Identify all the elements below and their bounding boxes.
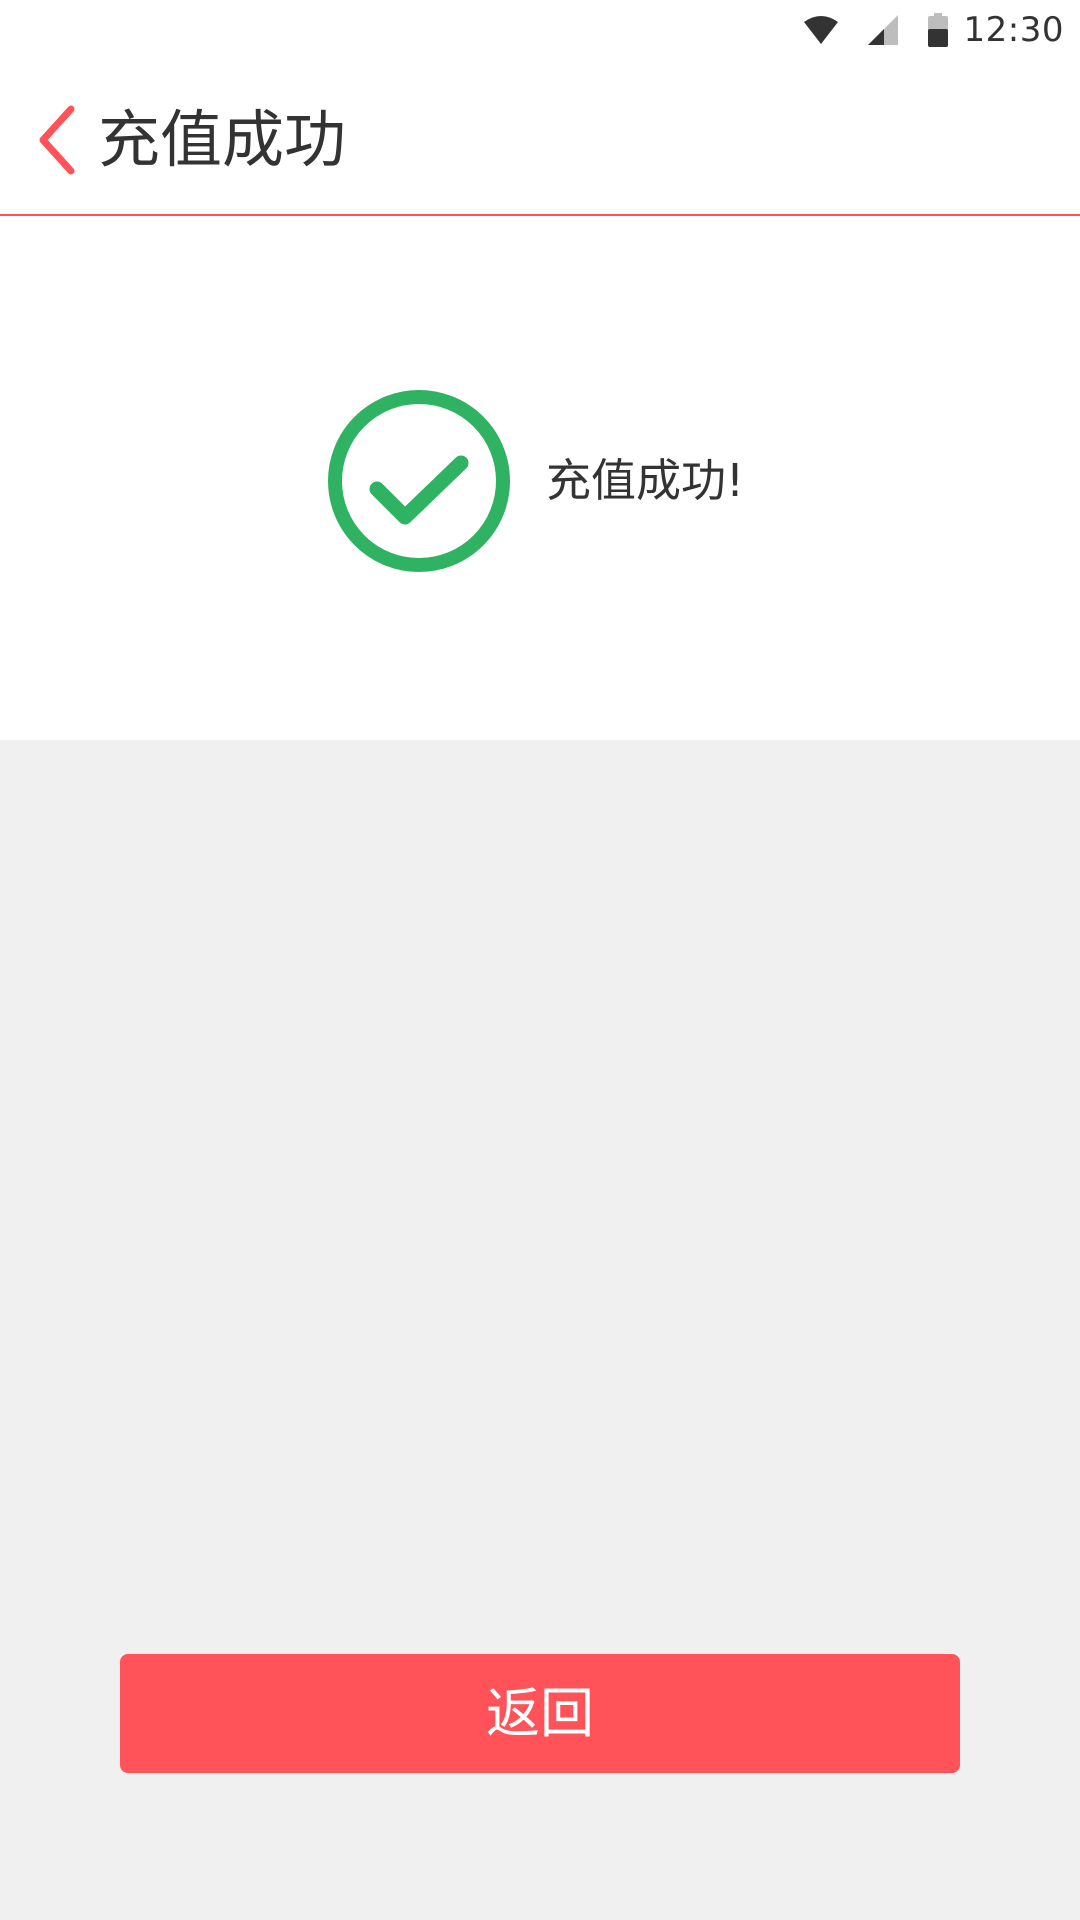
battery-icon — [927, 13, 948, 47]
result-panel: 充值成功! — [0, 216, 1080, 740]
app-bar: 充值成功 — [0, 60, 1080, 216]
status-bar: 12:30 — [0, 0, 1080, 60]
cell-signal-icon — [867, 15, 898, 45]
status-icons: 12:30 — [803, 8, 1064, 52]
status-time: 12:30 — [963, 10, 1064, 50]
back-button[interactable] — [22, 100, 92, 180]
chevron-left-icon — [39, 105, 75, 175]
return-button[interactable]: 返回 — [120, 1654, 960, 1773]
page-title: 充值成功 — [98, 103, 347, 176]
success-message: 充值成功! — [546, 454, 745, 507]
check-circle-icon — [328, 390, 510, 572]
wifi-icon — [803, 16, 838, 44]
